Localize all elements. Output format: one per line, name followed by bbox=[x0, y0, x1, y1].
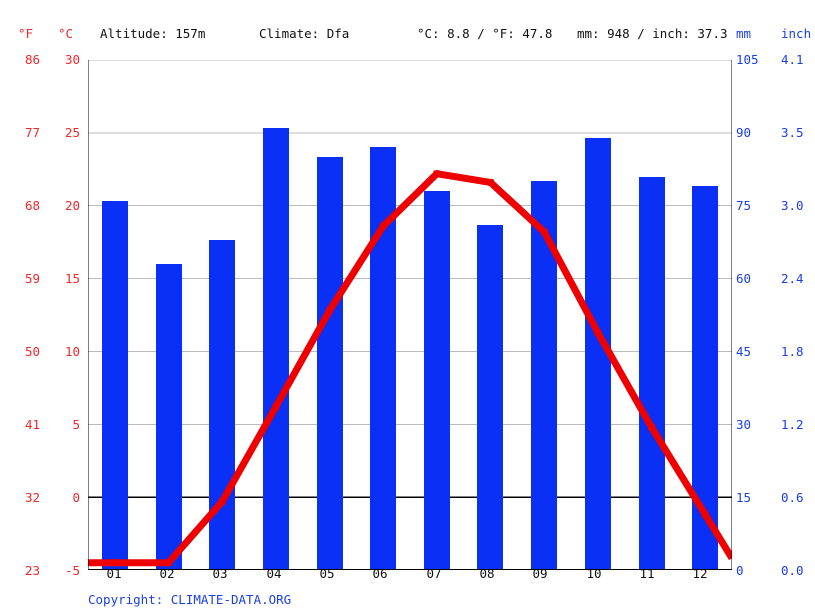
precipitation-bar[interactable] bbox=[424, 191, 450, 570]
precipitation-bar[interactable] bbox=[263, 128, 289, 570]
precipitation-bar[interactable] bbox=[209, 240, 235, 570]
temperature-point[interactable] bbox=[272, 403, 280, 411]
precipitation-bar[interactable] bbox=[317, 157, 343, 570]
axis-tick-celsius-6: 0 bbox=[72, 490, 80, 505]
axis-tick-inch-5: 1.2 bbox=[781, 417, 804, 432]
header-precipitation: mm: 948 / inch: 37.3 bbox=[577, 26, 728, 41]
temperature-point[interactable] bbox=[701, 511, 709, 519]
axis-tick-inch-2: 3.0 bbox=[781, 198, 804, 213]
plot-area bbox=[88, 60, 732, 570]
axis-tick-mm-7: 0 bbox=[736, 563, 744, 578]
copyright-link[interactable]: Copyright: CLIMATE-DATA.ORG bbox=[88, 592, 291, 607]
axis-tick-mm-4: 45 bbox=[736, 344, 752, 359]
header-unit-fahrenheit: °F bbox=[18, 26, 34, 41]
axis-tick-mm-5: 30 bbox=[736, 417, 752, 432]
axis-tick-celsius-0: 30 bbox=[64, 52, 80, 67]
precipitation-bar[interactable] bbox=[370, 147, 396, 570]
temperature-point[interactable] bbox=[326, 307, 333, 315]
axis-tick-mm-1: 90 bbox=[736, 125, 752, 140]
axis-tick-fahrenheit-3: 59 bbox=[24, 271, 40, 286]
temperature-point[interactable] bbox=[540, 228, 548, 236]
axis-tick-celsius-7: -5 bbox=[64, 563, 80, 578]
temperature-point[interactable] bbox=[218, 498, 226, 505]
axis-tick-inch-1: 3.5 bbox=[781, 125, 804, 140]
axis-tick-inch-4: 1.8 bbox=[781, 344, 804, 359]
axis-tick-fahrenheit-4: 50 bbox=[24, 344, 40, 359]
temperature-point[interactable] bbox=[487, 178, 494, 186]
header-unit-inch: inch bbox=[781, 26, 812, 41]
header-unit-celsius: °C bbox=[58, 26, 74, 41]
header-unit-mm: mm bbox=[736, 26, 752, 41]
header-altitude: Altitude: 157m bbox=[100, 26, 206, 41]
axis-tick-fahrenheit-7: 23 bbox=[24, 563, 40, 578]
axis-tick-inch-7: 0.0 bbox=[781, 563, 804, 578]
axis-tick-celsius-3: 15 bbox=[64, 271, 80, 286]
axis-tick-fahrenheit-5: 41 bbox=[24, 417, 40, 432]
axis-tick-fahrenheit-0: 86 bbox=[24, 52, 40, 67]
axis-tick-celsius-5: 5 bbox=[72, 417, 80, 432]
axis-tick-inch-3: 2.4 bbox=[781, 271, 804, 286]
temperature-point[interactable] bbox=[165, 559, 172, 567]
temperature-point[interactable] bbox=[379, 222, 387, 230]
precipitation-bar[interactable] bbox=[102, 201, 128, 570]
axis-tick-inch-6: 0.6 bbox=[781, 490, 804, 505]
axis-tick-fahrenheit-6: 32 bbox=[24, 490, 40, 505]
precipitation-bar[interactable] bbox=[156, 264, 182, 570]
precipitation-bar[interactable] bbox=[639, 177, 665, 570]
axis-tick-celsius-4: 10 bbox=[64, 344, 80, 359]
axis-tick-inch-0: 4.1 bbox=[781, 52, 804, 67]
axis-tick-mm-0: 105 bbox=[736, 52, 759, 67]
temperature-point[interactable] bbox=[433, 170, 441, 178]
axis-tick-mm-3: 60 bbox=[736, 271, 752, 286]
axis-tick-mm-2: 75 bbox=[736, 198, 752, 213]
axis-tick-celsius-2: 20 bbox=[64, 198, 80, 213]
precipitation-bar[interactable] bbox=[531, 181, 557, 570]
axis-tick-mm-6: 15 bbox=[736, 490, 752, 505]
chart-canvas bbox=[88, 60, 732, 570]
climate-chart: °F °C Altitude: 157m Climate: Dfa °C: 8.… bbox=[0, 0, 815, 611]
axis-tick-fahrenheit-1: 77 bbox=[24, 125, 40, 140]
header-average-temperature: °C: 8.8 / °F: 47.8 bbox=[417, 26, 553, 41]
axis-tick-fahrenheit-2: 68 bbox=[24, 198, 40, 213]
temperature-point[interactable] bbox=[111, 559, 119, 567]
header-climate: Climate: Dfa bbox=[259, 26, 350, 41]
temperature-line[interactable] bbox=[88, 170, 732, 567]
temperature-point[interactable] bbox=[648, 423, 655, 431]
axis-tick-celsius-1: 25 bbox=[64, 125, 80, 140]
precipitation-bar[interactable] bbox=[477, 225, 503, 570]
temperature-point[interactable] bbox=[594, 329, 602, 336]
